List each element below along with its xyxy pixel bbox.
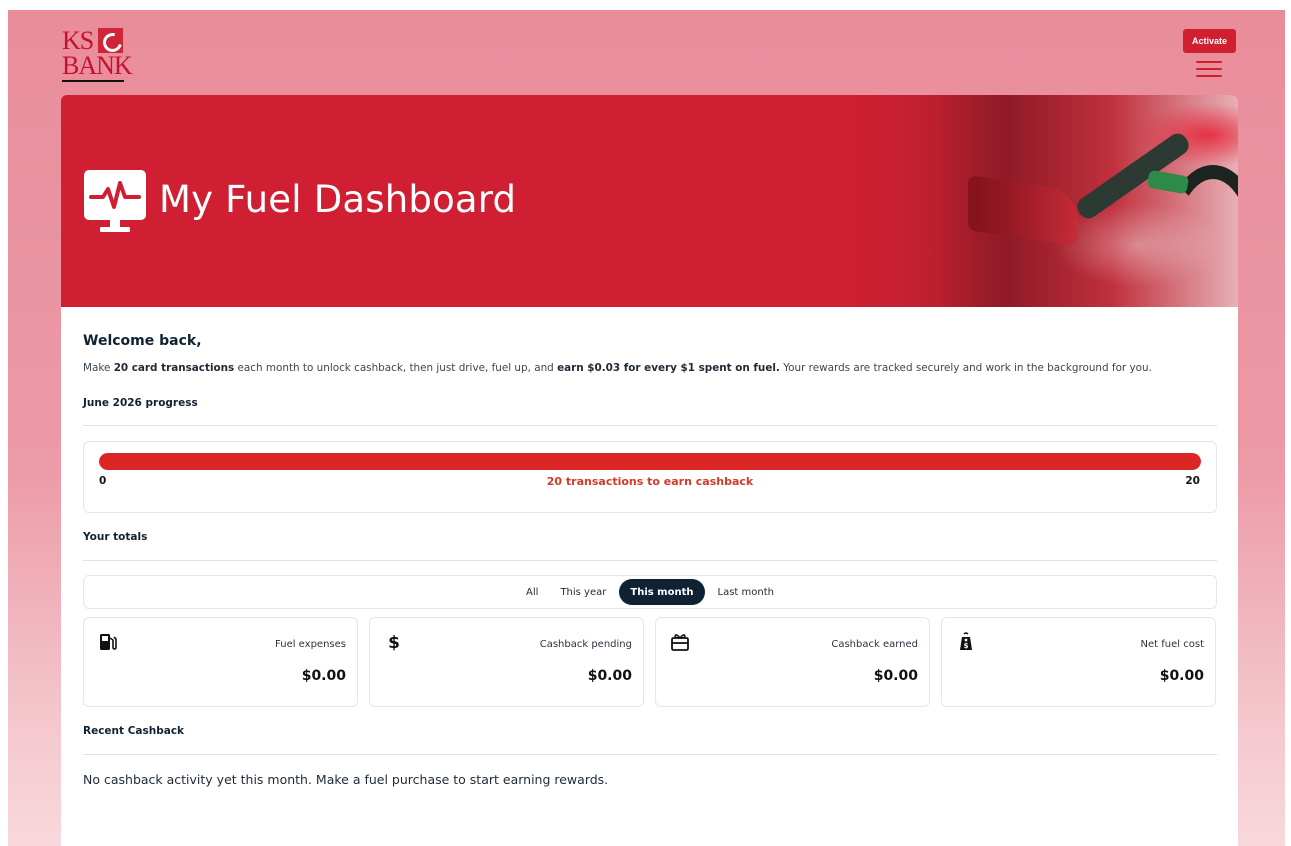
window-top-edge [0,0,1291,10]
logo-text-bank: BANK [62,51,133,80]
stat-value: $0.00 [873,668,918,684]
dollar-sign-icon: $ [388,633,400,652]
fuel-pump-icon [100,634,117,650]
price-tag-icon: $ [960,632,972,650]
filter-last-month[interactable]: Last month [709,579,783,605]
totals-divider [83,560,1217,561]
svg-text:$: $ [964,642,969,650]
progress-track [99,453,1201,470]
progress-max-label: 20 [1185,475,1200,487]
progress-section-title: June 2026 progress [83,397,198,409]
progress-card: 0 20 transactions to earn cashback 20 [83,441,1217,513]
stat-label: Net fuel cost [1140,639,1204,650]
logo-mark-icon [98,28,123,53]
empty-state-message: No cashback activity yet this month. Mak… [83,772,609,787]
stat-value: $0.00 [587,668,632,684]
fuel-nozzle-photo [818,95,1238,307]
page-title: My Fuel Dashboard [159,178,517,221]
stat-card-fuel-expenses: Fuel expenses $0.00 [83,617,358,707]
stat-label: Fuel expenses [275,639,346,650]
progress-goal-label: 20 transactions to earn cashback [546,475,754,488]
stat-card-cashback-pending: $ Cashback pending $0.00 [369,617,644,707]
stat-label: Cashback earned [831,639,918,650]
intro-text: Make 20 card transactions each month to … [83,362,1152,374]
stat-card-cashback-earned: Cashback earned $0.00 [655,617,930,707]
welcome-heading: Welcome back, [83,333,202,349]
stat-card-net-fuel-cost: $ Net fuel cost $0.00 [941,617,1216,707]
activate-button[interactable]: Activate [1183,29,1236,53]
recent-cashback-title: Recent Cashback [83,725,185,737]
stat-label: Cashback pending [539,639,632,650]
filter-this-month[interactable]: This month [619,579,705,605]
logo-underline [62,80,124,82]
filter-this-year[interactable]: This year [551,579,615,605]
gift-card-icon [671,634,689,651]
stat-value: $0.00 [1159,668,1204,684]
stat-value: $0.00 [301,668,346,684]
window-right-edge [1285,0,1291,846]
filter-all[interactable]: All [517,579,547,605]
totals-section-title: Your totals [83,531,148,543]
period-filter-bar: All This year This month Last month [83,575,1217,609]
svg-text:$: $ [388,633,400,652]
window-left-edge [0,0,8,846]
hamburger-menu-icon[interactable] [1196,59,1222,79]
ks-bank-logo[interactable]: KS BANK [62,28,133,82]
progress-fill [99,453,1201,470]
recent-divider [83,754,1217,755]
monitor-pulse-icon [84,170,146,232]
progress-divider [83,425,1217,426]
